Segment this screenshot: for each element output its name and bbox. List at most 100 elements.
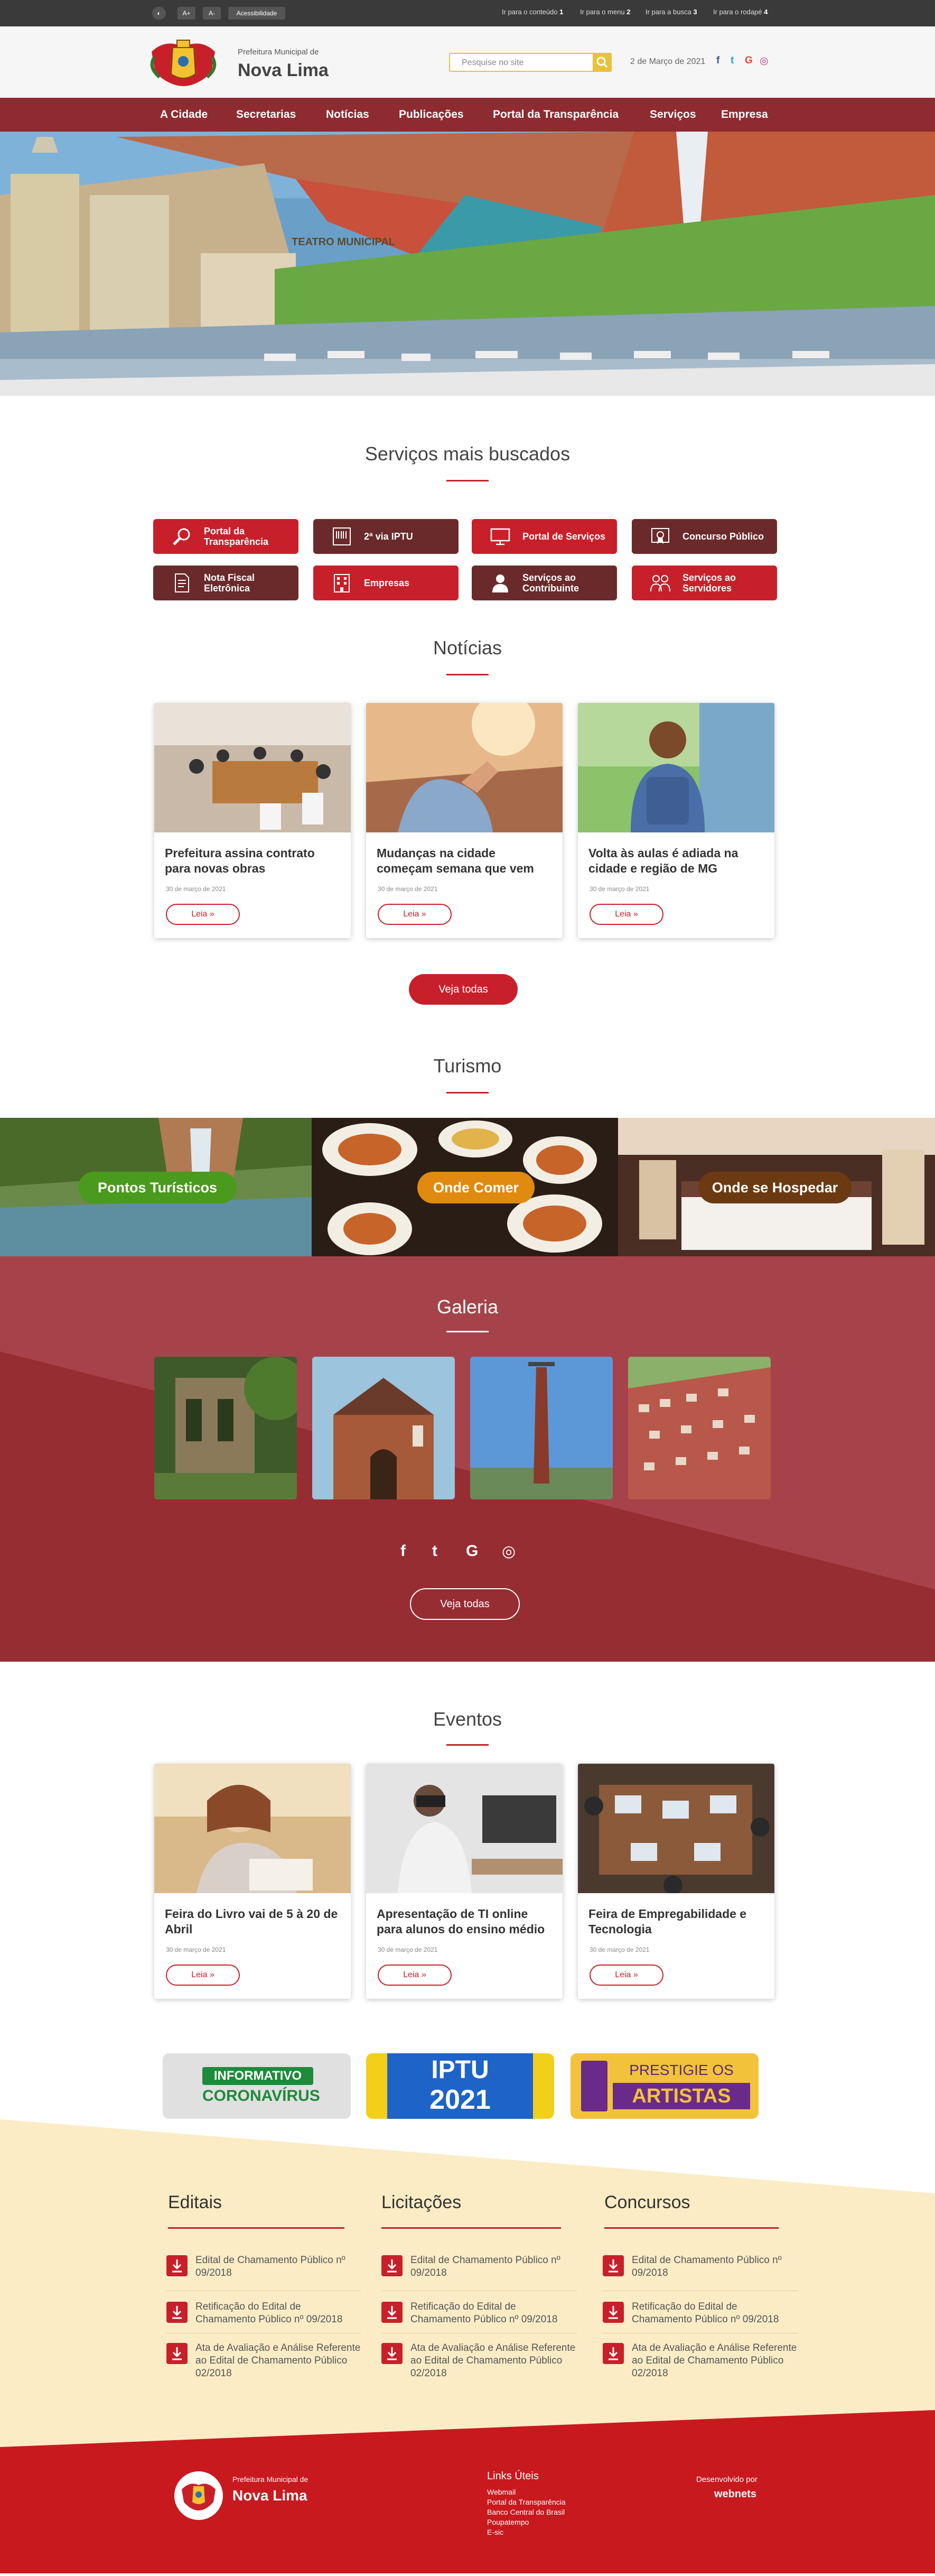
see-all-news-button[interactable]: Veja todas [409,974,518,1005]
developer-name[interactable]: webnets [714,2488,756,2500]
read-more-button[interactable]: Leia » [378,1965,452,1986]
gallery-photo[interactable] [154,1357,297,1499]
accessibility-link[interactable]: Acessibilidade [228,7,285,20]
gallery-photo[interactable] [470,1357,613,1499]
header-title[interactable]: Nova Lima [238,60,329,81]
gallery-photo[interactable] [628,1357,771,1499]
concursos-doc-link[interactable]: Ata de Avaliação e Análise Referente ao … [632,2342,800,2380]
download-icon[interactable] [603,2302,624,2323]
nav-item-transparencia[interactable]: Portal da Transparência [493,108,619,121]
service-empresas[interactable]: Empresas [313,566,459,600]
read-more-button[interactable]: Leia » [166,904,240,925]
service-concurso-publico[interactable]: Concurso Público [632,519,777,554]
skip-link-footer[interactable]: Ir para o rodapé 4 [713,8,768,16]
contrast-toggle[interactable]: ◐ [152,7,166,20]
tourism-tile-comer[interactable]: Onde Comer [312,1118,618,1256]
footer-link-esic[interactable]: E-sic [487,2527,566,2537]
licitacoes-doc-link[interactable]: Retificação do Edital de Chamamento Públ… [410,2301,574,2326]
nav-item-cidade[interactable]: A Cidade [160,108,208,121]
banner-artistas[interactable]: PRESTIGIE OS ARTISTAS [571,2053,759,2119]
service-nota-fiscal[interactable]: Nota Fiscal Eletrônica [153,566,298,600]
google-icon[interactable]: G [466,1542,478,1560]
font-decrease-button[interactable]: A- [203,7,221,20]
banner-coronavirus[interactable]: INFORMATIVO CORONAVÍRUS [163,2053,351,2119]
nav-item-noticias[interactable]: Notícias [326,108,369,121]
twitter-icon[interactable]: t [432,1542,437,1560]
download-icon[interactable] [166,2343,188,2364]
service-contribuinte[interactable]: Serviços ao Contribuinte [472,566,617,600]
download-icon[interactable] [166,2255,188,2276]
footer-link-transparencia[interactable]: Portal da Transparência [487,2497,566,2507]
news-headline[interactable]: Mudanças na cidade começam semana que ve… [377,846,552,876]
service-portal-transparencia[interactable]: Portal da Transparência [153,519,298,554]
coat-of-arms-logo[interactable] [144,36,223,89]
nav-item-secretarias[interactable]: Secretarias [236,108,296,121]
search-button[interactable] [593,53,612,72]
event-headline[interactable]: Feira do Livro vai de 5 à 20 de Abril [165,1906,340,1937]
news-headline[interactable]: Prefeitura assina contrato para novas ob… [165,846,340,876]
footer-link-poupatempo[interactable]: Poupatempo [487,2517,566,2527]
gallery-title: Galeria [436,1296,499,1318]
download-icon[interactable] [381,2255,403,2276]
event-headline[interactable]: Feira de Empregabilidade e Tecnologia [588,1906,764,1937]
news-title: Notícias [433,637,502,659]
download-icon[interactable] [381,2343,403,2364]
event-card[interactable]: Feira de Empregabilidade e Tecnologia 30… [578,1764,774,1999]
skip-link-content[interactable]: Ir para o conteúdo 1 [502,8,563,16]
twitter-icon[interactable]: t [731,55,734,67]
footer-link-banco-central[interactable]: Banco Central do Brasil [487,2507,566,2517]
news-headline[interactable]: Volta às aulas é adiada na cidade e regi… [588,846,764,876]
nav-item-servicos[interactable]: Serviços [650,108,696,121]
banner-iptu[interactable]: IPTU 2021 [366,2053,554,2119]
nav-item-publicacoes[interactable]: Publicações [399,108,464,121]
tourism-tile-pontos[interactable]: Pontos Turísticos [0,1118,312,1256]
see-all-gallery-button[interactable]: Veja todas [410,1588,520,1620]
editais-doc-link[interactable]: Edital de Chamamento Público nº 09/2018 [195,2254,349,2280]
font-increase-button[interactable]: A+ [177,7,195,20]
footer-link-webmail[interactable]: Webmail [487,2487,566,2497]
download-icon[interactable] [381,2302,403,2323]
service-portal-servicos[interactable]: Portal de Serviços [472,519,617,554]
download-icon[interactable] [603,2343,624,2364]
facebook-icon[interactable]: f [400,1542,406,1560]
concursos-doc-link[interactable]: Edital de Chamamento Público nº 09/2018 [632,2254,785,2280]
event-headline[interactable]: Apresentação de TI online para alunos do… [377,1906,552,1937]
licitacoes-doc-link[interactable]: Ata de Avaliação e Análise Referente ao … [410,2342,578,2380]
read-more-button[interactable]: Leia » [590,904,663,925]
concursos-doc-link[interactable]: Retificação do Edital de Chamamento Públ… [632,2301,796,2326]
service-servidores[interactable]: Serviços ao Servidores [632,566,777,600]
instagram-icon[interactable]: ◎ [760,55,769,67]
skip-link-menu[interactable]: Ir para o menu 2 [580,8,630,16]
licitacoes-doc-link[interactable]: Edital de Chamamento Público nº 09/2018 [410,2254,564,2280]
nav-item-empresa[interactable]: Empresa [721,108,768,121]
site-header: Prefeitura Municipal de Nova Lima Pesqui… [0,26,935,98]
news-card[interactable]: Prefeitura assina contrato para novas ob… [154,703,351,938]
editais-doc-link[interactable]: Retificação do Edital de Chamamento Públ… [195,2301,359,2326]
instagram-icon[interactable]: ◎ [502,1542,516,1561]
download-icon[interactable] [603,2255,624,2276]
news-image-street [366,703,563,832]
news-card[interactable]: Volta às aulas é adiada na cidade e regi… [578,703,774,938]
concursos-title: Concursos [604,2192,690,2212]
tourism-title: Turismo [433,1055,502,1077]
facebook-icon[interactable]: f [716,55,719,67]
read-more-button[interactable]: Leia » [378,904,452,925]
skip-link-search[interactable]: Ir para a busca 3 [646,8,697,16]
google-icon[interactable]: G [745,55,753,67]
service-iptu[interactable]: 2ª via IPTU [313,519,459,554]
news-card[interactable]: Mudanças na cidade começam semana que ve… [366,703,563,938]
accessibility-bar: ◐ A+ A- Acessibilidade Ir para o conteúd… [0,0,935,26]
event-card[interactable]: Feira do Livro vai de 5 à 20 de Abril 30… [154,1764,351,1999]
tourism-tile-hospedar[interactable]: Onde se Hospedar [618,1118,935,1256]
download-icon[interactable] [166,2302,188,2323]
footer-title[interactable]: Nova Lima [232,2487,307,2504]
search-input[interactable]: Pesquise no site [449,53,602,72]
read-more-button[interactable]: Leia » [590,1965,663,1986]
gallery-photo[interactable] [312,1357,455,1499]
read-more-button[interactable]: Leia » [166,1965,240,1986]
banner-iptu-line2: 2021 [429,2084,491,2115]
footer-logo[interactable] [174,2471,223,2520]
editais-doc-link[interactable]: Ata de Avaliação e Análise Referente ao … [195,2342,363,2380]
services-title: Serviços mais buscados [364,443,571,465]
event-card[interactable]: Apresentação de TI online para alunos do… [366,1764,563,1999]
